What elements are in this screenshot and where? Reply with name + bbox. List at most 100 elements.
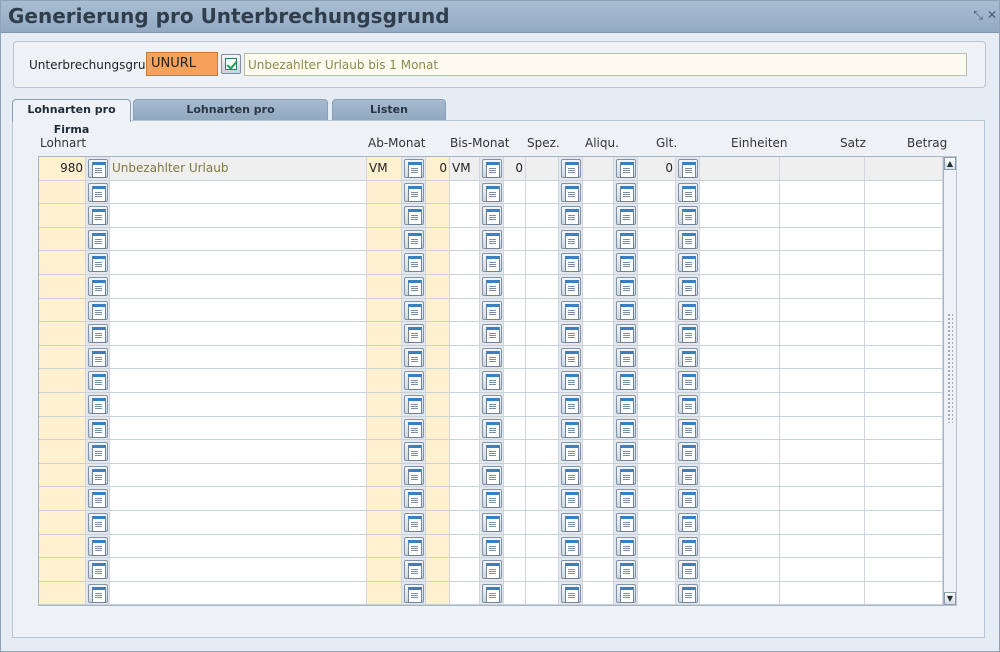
satz-cell[interactable]: [780, 558, 865, 581]
aliqu-lookup-cell[interactable]: [614, 322, 638, 345]
calendar-list-icon[interactable]: [616, 418, 636, 438]
lohnart-lookup-cell[interactable]: [86, 369, 110, 392]
einheiten-cell[interactable]: [700, 581, 780, 605]
glt-lookup-cell[interactable]: [676, 204, 700, 227]
spez-cell[interactable]: [504, 180, 526, 204]
glt-cell[interactable]: 0: [638, 157, 676, 180]
lohnart-cell[interactable]: [39, 369, 86, 392]
ab-monat-cell[interactable]: [367, 251, 402, 274]
spez-lookup-cell[interactable]: [559, 416, 583, 440]
calendar-list-icon[interactable]: [88, 560, 108, 580]
calendar-list-icon[interactable]: [678, 206, 698, 226]
lohnart-cell[interactable]: [39, 345, 86, 369]
betrag-cell[interactable]: [865, 581, 943, 605]
calendar-list-icon[interactable]: [482, 465, 502, 485]
ab-monat-lookup-cell[interactable]: [402, 322, 426, 345]
ab-monat-lookup-cell[interactable]: [402, 511, 426, 534]
aliqu-cell[interactable]: [583, 298, 614, 322]
einheiten-cell[interactable]: [700, 416, 780, 440]
calendar-list-icon[interactable]: [482, 395, 502, 414]
bis-monat-cell[interactable]: [450, 416, 480, 440]
calendar-list-icon[interactable]: [482, 206, 502, 226]
bis-monat-cell[interactable]: [450, 322, 480, 345]
ab-monat-lookup-cell[interactable]: [402, 558, 426, 581]
einheiten-cell[interactable]: [700, 180, 780, 204]
satz-cell[interactable]: [780, 227, 865, 251]
tab-lohnarten-pro-dienstnehmergruppe[interactable]: Lohnarten pro Dienstnehmergruppe: [133, 99, 328, 136]
spez-lookup-cell[interactable]: [559, 393, 583, 416]
calendar-list-icon[interactable]: [678, 489, 698, 509]
lohnart-lookup-cell[interactable]: [86, 275, 110, 298]
ab-monat-cell[interactable]: [367, 204, 402, 227]
satz-cell[interactable]: [780, 511, 865, 534]
einheiten-cell[interactable]: [700, 345, 780, 369]
calendar-list-icon[interactable]: [404, 560, 424, 580]
glt-lookup-cell[interactable]: [676, 581, 700, 605]
ab-monat-lookup-cell[interactable]: [402, 440, 426, 463]
spez-lookup-cell[interactable]: [559, 558, 583, 581]
calendar-list-icon[interactable]: [482, 371, 502, 391]
einheiten-cell[interactable]: [700, 440, 780, 463]
ab-monat-cell[interactable]: [367, 581, 402, 605]
spez-value-cell[interactable]: [526, 369, 559, 392]
calendar-list-icon[interactable]: [88, 229, 108, 249]
glt-cell[interactable]: [638, 180, 676, 204]
spez-cell[interactable]: [504, 440, 526, 463]
betrag-cell[interactable]: [865, 298, 943, 322]
betrag-cell[interactable]: [865, 534, 943, 558]
calendar-list-icon[interactable]: [482, 536, 502, 556]
aliqu-lookup-cell[interactable]: [614, 369, 638, 392]
lohnart-cell[interactable]: [39, 558, 86, 581]
table-row[interactable]: [39, 534, 943, 559]
ab-monat-cell[interactable]: [367, 393, 402, 416]
lohnart-cell[interactable]: [39, 511, 86, 534]
scroll-down-icon[interactable]: ▼: [944, 592, 956, 605]
lohnart-cell[interactable]: [39, 227, 86, 251]
calendar-list-icon[interactable]: [616, 229, 636, 249]
calendar-list-icon[interactable]: [678, 253, 698, 273]
calendar-list-icon[interactable]: [88, 442, 108, 462]
aliqu-lookup-cell[interactable]: [614, 157, 638, 180]
ab-monat-cell[interactable]: [367, 558, 402, 581]
calendar-list-icon[interactable]: [88, 583, 108, 603]
calendar-list-icon[interactable]: [678, 536, 698, 556]
spez-lookup-cell[interactable]: [559, 180, 583, 204]
table-row[interactable]: [39, 322, 943, 346]
betrag-cell[interactable]: [865, 463, 943, 487]
aliqu-cell[interactable]: [583, 204, 614, 227]
glt-cell[interactable]: [638, 251, 676, 274]
satz-cell[interactable]: [780, 416, 865, 440]
ab-monat-cell[interactable]: [367, 322, 402, 345]
ab-monat-number-cell[interactable]: 0: [426, 157, 450, 180]
satz-cell[interactable]: [780, 180, 865, 204]
ab-monat-cell[interactable]: [367, 345, 402, 369]
aliqu-cell[interactable]: [583, 534, 614, 558]
calendar-list-icon[interactable]: [561, 395, 581, 414]
table-row[interactable]: [39, 251, 943, 275]
spez-cell[interactable]: [504, 345, 526, 369]
spez-cell[interactable]: [504, 511, 526, 534]
aliqu-lookup-cell[interactable]: [614, 558, 638, 581]
calendar-list-icon[interactable]: [404, 324, 424, 344]
ab-monat-cell[interactable]: [367, 180, 402, 204]
calendar-list-icon[interactable]: [404, 583, 424, 603]
bezeichnung-cell[interactable]: [110, 463, 367, 487]
glt-lookup-cell[interactable]: [676, 369, 700, 392]
calendar-list-icon[interactable]: [678, 229, 698, 249]
ab-monat-lookup-cell[interactable]: [402, 157, 426, 180]
ab-monat-lookup-cell[interactable]: [402, 581, 426, 605]
spez-cell[interactable]: [504, 463, 526, 487]
betrag-cell[interactable]: [865, 322, 943, 345]
calendar-list-icon[interactable]: [561, 300, 581, 320]
calendar-list-icon[interactable]: [678, 159, 698, 178]
calendar-list-icon[interactable]: [482, 229, 502, 249]
aliqu-lookup-cell[interactable]: [614, 204, 638, 227]
calendar-list-icon[interactable]: [678, 583, 698, 603]
satz-cell[interactable]: [780, 345, 865, 369]
calendar-list-icon[interactable]: [404, 253, 424, 273]
calendar-list-icon[interactable]: [482, 159, 502, 178]
bis-monat-cell[interactable]: VM: [450, 157, 480, 180]
spez-cell[interactable]: [504, 251, 526, 274]
lohnart-lookup-cell[interactable]: [86, 298, 110, 322]
table-row[interactable]: [39, 487, 943, 511]
